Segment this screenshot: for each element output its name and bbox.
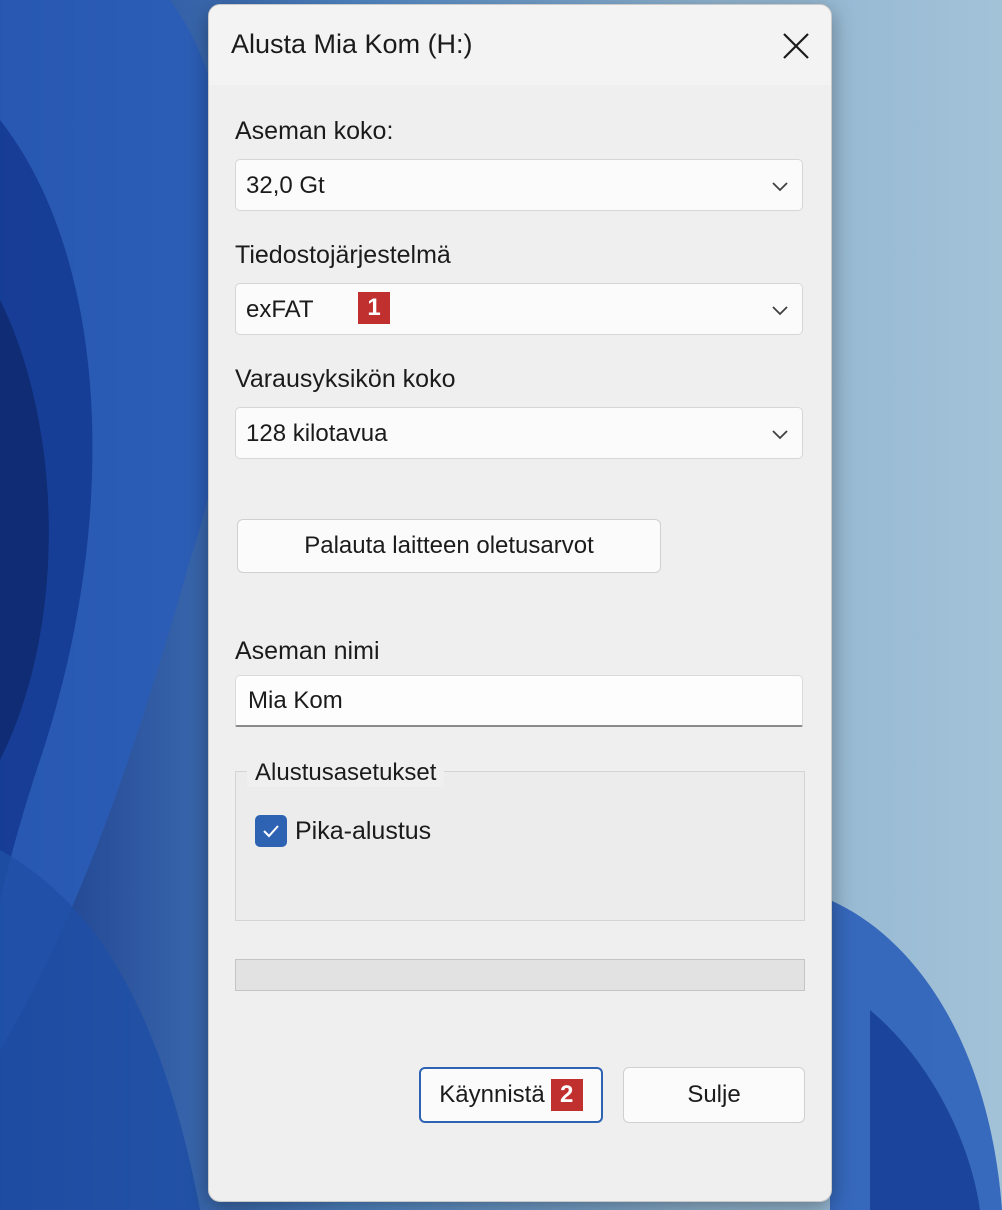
chevron-down-icon <box>772 182 788 192</box>
start-button[interactable]: Käynnistä 2 <box>419 1067 603 1123</box>
format-dialog: Alusta Mia Kom (H:) Aseman koko: 32,0 Gt… <box>208 4 832 1202</box>
close-window-button[interactable] <box>771 21 821 71</box>
allocation-size-dropdown[interactable]: 128 kilotavua <box>235 407 803 459</box>
dialog-title: Alusta Mia Kom (H:) <box>231 29 473 59</box>
quick-format-label[interactable]: Pika-alustus <box>295 817 431 846</box>
close-button[interactable]: Sulje <box>623 1067 805 1123</box>
filesystem-label: Tiedostojärjestelmä <box>235 241 451 269</box>
progress-bar <box>235 959 805 991</box>
capacity-dropdown[interactable]: 32,0 Gt <box>235 159 803 211</box>
checkmark-icon <box>263 825 279 838</box>
format-options-legend: Alustusasetukset <box>247 759 445 787</box>
chevron-down-icon <box>772 430 788 440</box>
capacity-label: Aseman koko: <box>235 117 394 145</box>
annotation-badge-1: 1 <box>358 292 390 324</box>
quick-format-checkbox[interactable] <box>255 815 287 847</box>
format-options-group <box>235 771 805 921</box>
start-button-label: Käynnistä <box>439 1081 545 1108</box>
annotation-badge-2: 2 <box>550 1079 583 1111</box>
chevron-down-icon <box>772 306 788 316</box>
capacity-value: 32,0 Gt <box>246 172 325 199</box>
allocation-size-value: 128 kilotavua <box>246 420 388 447</box>
title-bar: Alusta Mia Kom (H:) <box>209 5 831 85</box>
close-icon <box>783 33 809 59</box>
allocation-size-label: Varausyksikön koko <box>235 365 456 393</box>
volume-label-label: Aseman nimi <box>235 637 380 665</box>
filesystem-dropdown[interactable]: exFAT 1 <box>235 283 803 335</box>
filesystem-value: exFAT <box>246 296 314 323</box>
volume-label-input[interactable]: Mia Kom <box>235 675 803 727</box>
restore-defaults-button[interactable]: Palauta laitteen oletusarvot <box>237 519 661 573</box>
volume-label-value: Mia Kom <box>248 687 343 714</box>
